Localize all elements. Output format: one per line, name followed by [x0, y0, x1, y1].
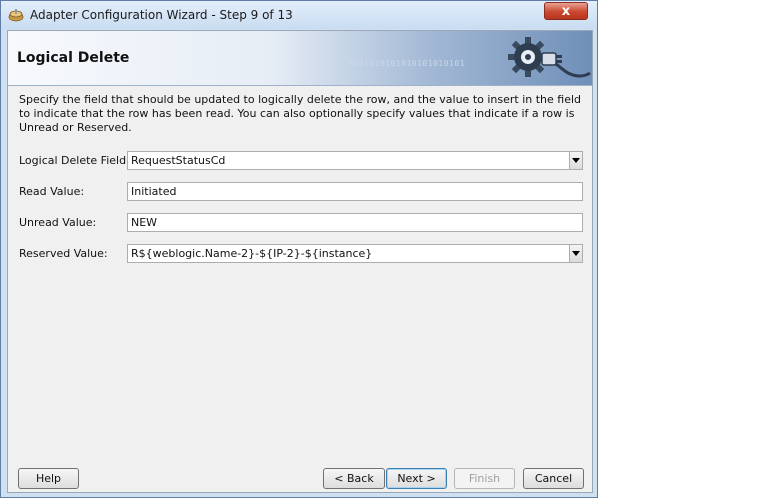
reserved-value-combo[interactable]: R${weblogic.Name-2}-${IP-2}-${instance}	[127, 244, 583, 263]
close-icon: x	[561, 3, 571, 19]
gear-plug-icon	[508, 37, 591, 78]
logical-delete-field-value: RequestStatusCd	[131, 154, 226, 167]
finish-button: Finish	[454, 468, 515, 489]
step-description: Specify the field that should be updated…	[19, 93, 582, 134]
read-value-label: Read Value:	[19, 185, 85, 198]
adapter-app-icon	[8, 9, 24, 22]
unread-value-input[interactable]	[127, 213, 583, 232]
banner-binary-decoration: 0001010101010101010101	[348, 59, 465, 68]
wizard-window: Adapter Configuration Wizard - Step 9 of…	[0, 0, 598, 498]
logical-delete-dropdown-button[interactable]	[569, 152, 582, 169]
unread-value-label: Unread Value:	[19, 216, 97, 229]
back-button[interactable]: < Back	[323, 468, 385, 489]
logical-delete-field-combo[interactable]: RequestStatusCd	[127, 151, 583, 170]
window-title: Adapter Configuration Wizard - Step 9 of…	[30, 8, 293, 22]
help-button[interactable]: Help	[18, 468, 79, 489]
read-value-input[interactable]	[127, 182, 583, 201]
reserved-value-value: R${weblogic.Name-2}-${IP-2}-${instance}	[131, 247, 373, 260]
close-button[interactable]: x	[544, 2, 588, 20]
reserved-value-label: Reserved Value:	[19, 247, 108, 260]
header-banner: Logical Delete 0001010101010101010101	[8, 31, 592, 86]
chevron-down-icon	[572, 251, 580, 256]
logical-delete-field-label: Logical Delete Field:	[19, 154, 130, 167]
chevron-down-icon	[572, 158, 580, 163]
reserved-value-dropdown-button[interactable]	[569, 245, 582, 262]
page-title: Logical Delete	[17, 50, 130, 66]
cancel-button[interactable]: Cancel	[523, 468, 584, 489]
wizard-content: Logical Delete 0001010101010101010101 Sp…	[7, 30, 593, 493]
title-bar[interactable]: Adapter Configuration Wizard - Step 9 of…	[1, 1, 597, 29]
next-button[interactable]: Next >	[386, 468, 447, 489]
